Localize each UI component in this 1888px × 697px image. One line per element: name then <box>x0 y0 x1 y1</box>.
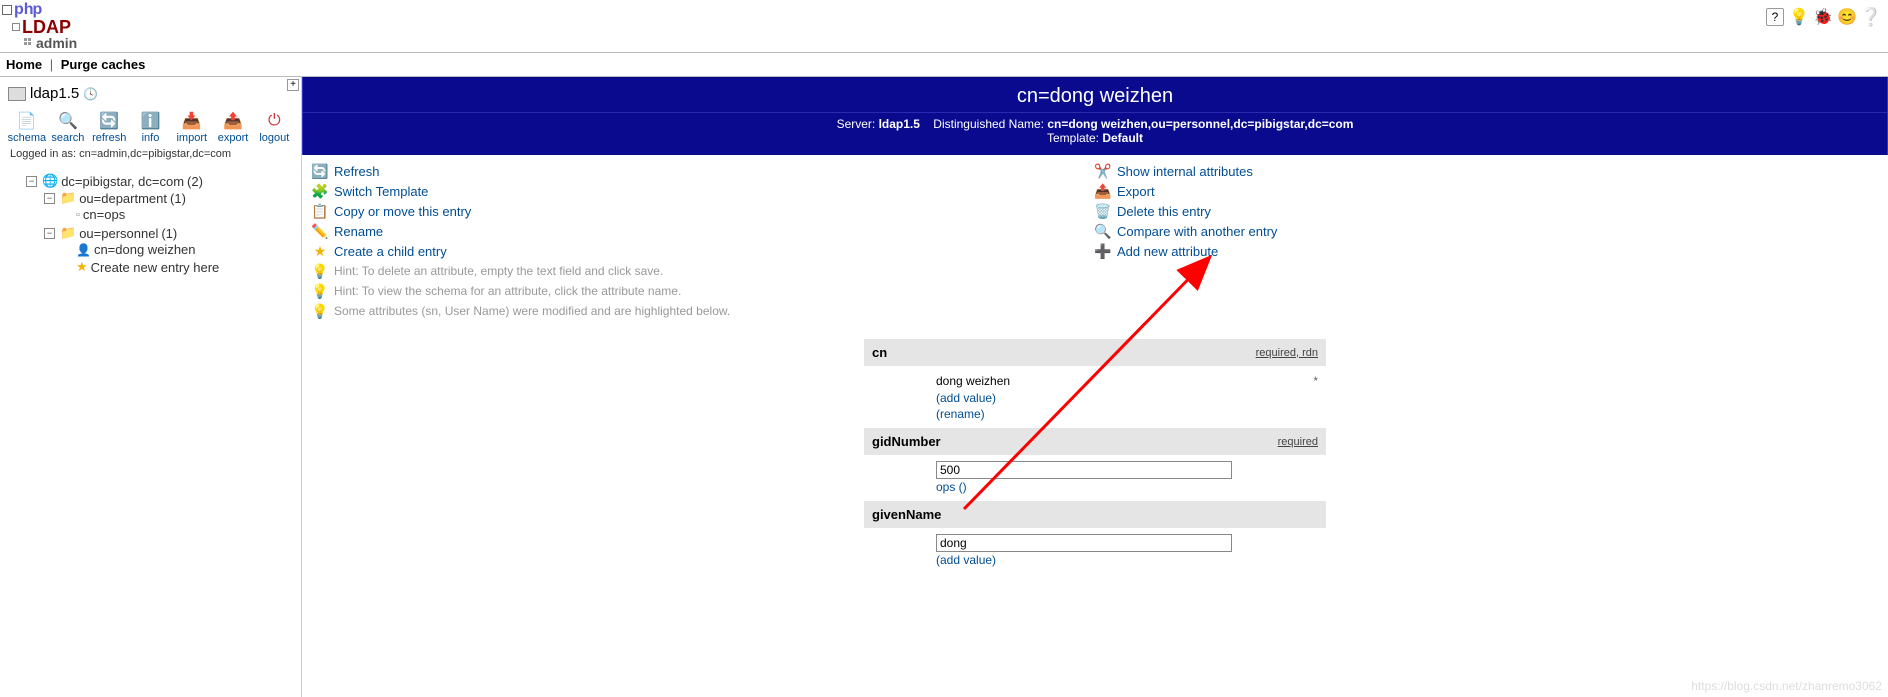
cn-add-value[interactable]: (add value) <box>936 391 996 405</box>
action-add-attribute[interactable]: Add new attribute <box>1117 244 1218 259</box>
menu-bar: Home | Purge caches <box>0 52 1888 77</box>
right-panel: cn=dong weizhen Server: ldap1.5 Distingu… <box>302 77 1888 697</box>
givenname-add-value[interactable]: (add value) <box>936 553 996 567</box>
leaf-icon: ▫ <box>76 209 80 221</box>
app-logo: pphphp LDAP admin <box>2 2 77 50</box>
person-icon: 👤 <box>76 243 91 257</box>
attributes-table: cn required, rdn dong weizhen * (add val… <box>864 339 1326 574</box>
action-rename[interactable]: Rename <box>334 224 383 239</box>
tree-create-new-entry[interactable]: Create new entry here <box>91 260 220 275</box>
actions-left-column: 🔄 Refresh 🧩 Switch Template 📋 Copy or move … <box>312 161 1095 321</box>
folder-icon: 📁 <box>60 225 76 241</box>
toolbar-import[interactable]: 📥import <box>173 112 211 144</box>
star-icon: ★ <box>76 259 88 275</box>
action-copy-move[interactable]: Copy or move this entry <box>334 204 471 219</box>
action-compare[interactable]: Compare with another entry <box>1117 224 1277 239</box>
export-icon: 📤 <box>1095 183 1111 199</box>
star-icon: ★ <box>312 243 328 259</box>
entry-header: cn=dong weizhen Server: ldap1.5 Distingu… <box>302 77 1888 155</box>
attr-cn-value: dong weizhen <box>936 374 1010 388</box>
left-toolbar: 📄schema 🔍search 🔄refresh ℹ️info 📥import … <box>0 108 301 148</box>
toolbar-export[interactable]: 📤export <box>214 112 252 144</box>
hint-delete: Hint: To delete an attribute, empty the … <box>334 264 663 278</box>
bulb-icon: 💡 <box>312 263 328 279</box>
rename-icon: ✏️ <box>312 223 328 239</box>
panel-expand-icon[interactable]: + <box>287 79 299 91</box>
givenname-input[interactable] <box>936 534 1232 552</box>
folder-icon: 📁 <box>60 190 76 206</box>
app-header: pphphp LDAP admin ? 💡 🐞 😊 ❔ <box>0 0 1888 50</box>
actions-right-column: ✂️ Show internal attributes 📤 Export 🗑️ Del… <box>1095 161 1878 321</box>
menu-purge-caches[interactable]: Purge caches <box>61 57 146 72</box>
tree-personnel[interactable]: ou=personnel <box>79 226 158 241</box>
bulb-icon[interactable]: 💡 <box>1790 8 1808 26</box>
add-icon: ➕ <box>1095 243 1111 259</box>
tree-collapse-icon[interactable]: − <box>44 193 55 204</box>
smile-icon[interactable]: 😊 <box>1838 8 1856 26</box>
action-create-child[interactable]: Create a child entry <box>334 244 447 259</box>
clock-icon: 🕓 <box>83 87 98 101</box>
tree-dong-weizhen[interactable]: cn=dong weizhen <box>94 242 196 257</box>
attr-header-cn: cn required, rdn <box>864 339 1326 366</box>
bulb-icon: 💡 <box>312 303 328 319</box>
server-name: ldap1.5 <box>30 85 79 102</box>
attr-header-givenname: givenName <box>864 501 1326 528</box>
toolbar-info[interactable]: ℹ️info <box>131 112 169 144</box>
toolbar-refresh[interactable]: 🔄refresh <box>90 112 128 144</box>
entry-title: cn=dong weizhen <box>303 83 1887 113</box>
template-icon: 🧩 <box>312 183 328 199</box>
hint-schema: Hint: To view the schema for an attribut… <box>334 284 681 298</box>
attr-name-cn[interactable]: cn <box>872 345 887 360</box>
attr-header-gidnumber: gidNumber required <box>864 428 1326 455</box>
tree-ops[interactable]: cn=ops <box>83 207 125 222</box>
watermark: https://blog.csdn.net/zhanremo3062 <box>1691 679 1882 693</box>
tree-collapse-icon[interactable]: − <box>44 228 55 239</box>
trash-icon: 🗑️ <box>1095 203 1111 219</box>
attr-name-gidnumber[interactable]: gidNumber <box>872 434 941 449</box>
server-heading: ldap1.5 🕓 <box>0 77 301 108</box>
bug-icon[interactable]: 🐞 <box>1814 8 1832 26</box>
required-asterisk: * <box>1313 374 1318 388</box>
action-delete-entry[interactable]: Delete this entry <box>1117 204 1211 219</box>
server-icon <box>8 87 26 101</box>
toolbar-schema[interactable]: 📄schema <box>8 112 46 144</box>
copy-icon: 📋 <box>312 203 328 219</box>
left-panel: + ldap1.5 🕓 📄schema 🔍search 🔄refresh ℹ️i… <box>0 77 302 697</box>
compare-icon: 🔍 <box>1095 223 1111 239</box>
menu-home[interactable]: Home <box>6 57 42 72</box>
tools-icon: ✂️ <box>1095 163 1111 179</box>
action-show-internal[interactable]: Show internal attributes <box>1117 164 1253 179</box>
action-refresh[interactable]: Refresh <box>334 164 380 179</box>
tree-department[interactable]: ou=department <box>79 191 167 206</box>
hint-modified: Some attributes (sn, User Name) were mod… <box>334 304 730 318</box>
gid-ops-link[interactable]: ops () <box>936 480 967 494</box>
toolbar-search[interactable]: 🔍search <box>49 112 87 144</box>
refresh-icon: 🔄 <box>312 163 328 179</box>
attr-name-givenname[interactable]: givenName <box>872 507 941 522</box>
header-icon-bar: ? 💡 🐞 😊 ❔ <box>1766 2 1880 26</box>
cn-rename[interactable]: (rename) <box>936 407 985 421</box>
ldap-tree: − 🌐 dc=pibigstar, dc=com (2) − 📁 ou=depa… <box>0 168 301 278</box>
action-switch-template[interactable]: Switch Template <box>334 184 428 199</box>
globe-icon: 🌐 <box>42 173 58 189</box>
help-icon[interactable]: ? <box>1766 8 1784 26</box>
logged-in-as: Logged in as: cn=admin,dc=pibigstar,dc=c… <box>0 148 301 168</box>
toolbar-logout[interactable]: ⏻logout <box>255 112 293 144</box>
support-icon[interactable]: ❔ <box>1862 8 1880 26</box>
tree-root-count: (2) <box>187 174 203 189</box>
bulb-icon: 💡 <box>312 283 328 299</box>
gidnumber-input[interactable] <box>936 461 1232 479</box>
tree-root[interactable]: dc=pibigstar, dc=com <box>61 174 184 189</box>
tree-collapse-icon[interactable]: − <box>26 176 37 187</box>
action-export[interactable]: Export <box>1117 184 1155 199</box>
